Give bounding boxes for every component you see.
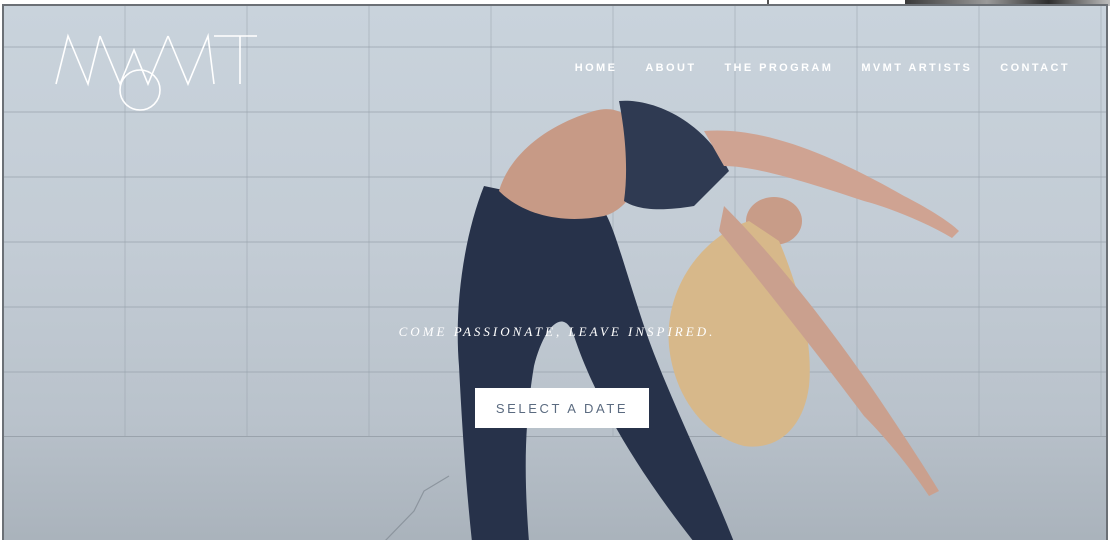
hero-frame: HOME ABOUT THE PROGRAM MVMT ARTISTS CONT… <box>2 4 1108 540</box>
main-navigation: HOME ABOUT THE PROGRAM MVMT ARTISTS CONT… <box>575 62 1070 74</box>
nav-about[interactable]: ABOUT <box>645 62 696 74</box>
nav-home[interactable]: HOME <box>575 62 618 74</box>
hero-background: HOME ABOUT THE PROGRAM MVMT ARTISTS CONT… <box>4 6 1106 540</box>
nav-the-program[interactable]: THE PROGRAM <box>724 62 833 74</box>
nav-contact[interactable]: CONTACT <box>1000 62 1070 74</box>
mvmt-logo[interactable] <box>54 30 260 114</box>
select-a-date-button[interactable]: SELECT A DATE <box>475 388 649 428</box>
nav-mvmt-artists[interactable]: MVMT ARTISTS <box>861 62 972 74</box>
hero-tagline: COME PASSIONATE, LEAVE INSPIRED. <box>398 324 716 339</box>
